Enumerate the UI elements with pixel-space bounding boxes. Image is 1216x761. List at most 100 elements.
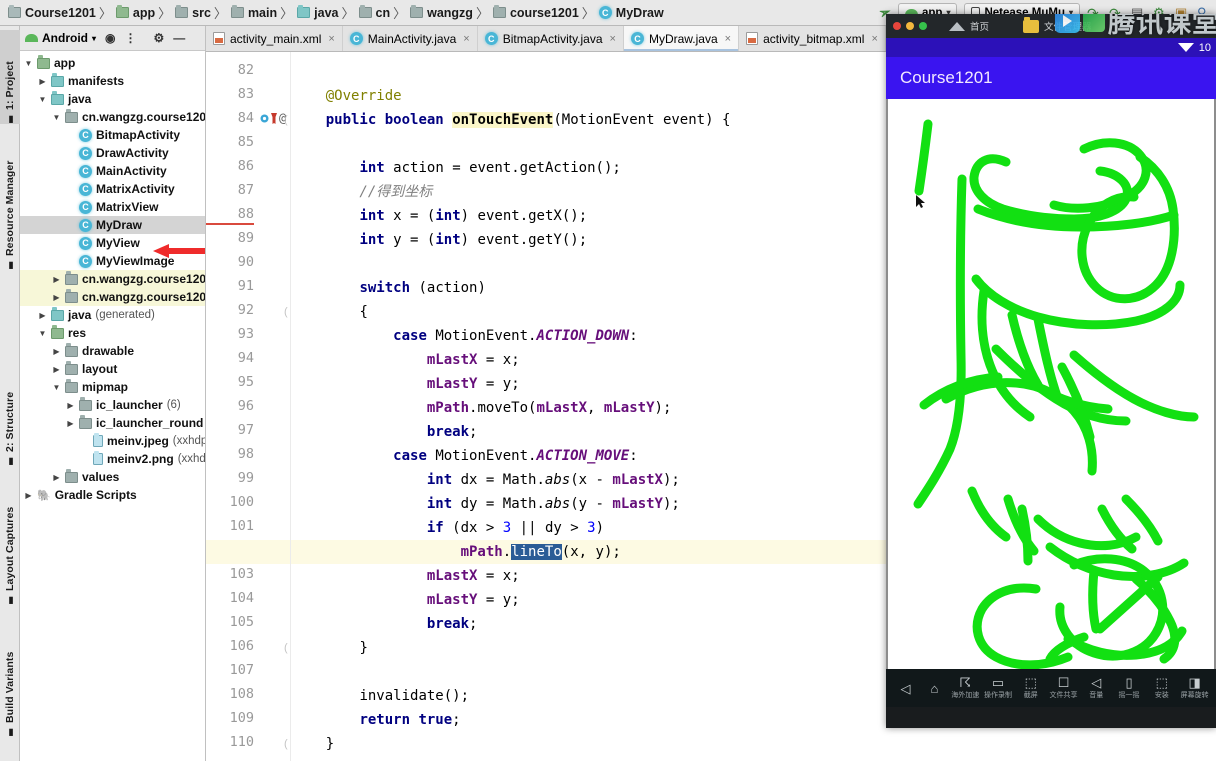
close-icon[interactable] [893,22,901,30]
code-fold-marker[interactable]: ( [284,306,288,318]
breadcrumb-item-app[interactable]: app [114,2,157,24]
tree-item-cn-wangzg-course120[interactable]: ▼ cn.wangzg.course120 [20,108,205,126]
nav-back-arrow[interactable]: ◁ [891,682,920,695]
code-fold-marker[interactable]: ( [284,114,288,126]
code-content[interactable]: @Override public boolean onTouchEvent(Mo… [292,52,886,761]
chevron-right-icon[interactable]: ▶ [38,311,47,320]
tool-strip-1-project[interactable]: ▮ 1: Project [0,30,20,124]
close-tab-icon[interactable]: × [610,33,616,45]
tree-item-gradle-scripts[interactable]: ▶ 🐘 Gradle Scripts [20,486,205,504]
tool-strip-resource-manager[interactable]: ▮ Resource Manager [0,134,20,270]
chevron-down-icon[interactable]: ▼ [52,113,61,122]
code-text: : [629,448,638,464]
tree-item-app[interactable]: ▼ app [20,54,205,72]
editor-tab-activity-main-xml[interactable]: activity_main.xml × [206,26,343,51]
tree-item-ic-launcher-round[interactable]: ▶ ic_launcher_round [20,414,205,432]
close-tab-icon[interactable]: × [871,33,877,45]
chevron-right-icon[interactable]: ▶ [52,347,61,356]
drawing-canvas[interactable] [886,99,1216,669]
tree-item-cn-wangzg-course120[interactable]: ▶ cn.wangzg.course120 [20,288,205,306]
nav-install-apk[interactable]: ⬚ 安装 [1145,676,1178,700]
tree-item-meinv2-png[interactable]: meinv2.png (xxhd [20,450,205,468]
chevron-down-icon[interactable]: ▼ [52,383,61,392]
tree-item-layout[interactable]: ▶ layout [20,360,205,378]
tree-item-java[interactable]: ▶ java (generated) [20,306,205,324]
chevron-down-icon[interactable]: ▼ [38,95,47,104]
collapse-all-icon[interactable]: ⋮ [125,31,137,45]
close-tab-icon[interactable]: × [725,33,731,45]
breadcrumb-item-main[interactable]: main [229,2,279,24]
tool-strip-2-favorites[interactable]: ▮2: Favorites [0,747,20,761]
emulator-home-tab[interactable]: 首页 [949,19,989,33]
tree-item-drawable[interactable]: ▶ drawable [20,342,205,360]
nav-accelerate[interactable]: ☈ 海外加速 [949,676,982,700]
target-icon[interactable]: ◉ [105,31,115,45]
nav-volume[interactable]: ◁ 音量 [1080,676,1113,700]
tree-item-drawactivity[interactable]: C DrawActivity [20,144,205,162]
tree-item-res[interactable]: ▼ res [20,324,205,342]
chevron-right-icon[interactable]: ▶ [66,401,75,410]
maximize-icon[interactable] [919,22,927,30]
chevron-right-icon[interactable]: ▶ [52,365,61,374]
nav-file-share[interactable]: ☐ 文件共享 [1047,676,1080,700]
tree-item-matrixactivity[interactable]: C MatrixActivity [20,180,205,198]
bookmark-pin-icon[interactable] [270,112,278,125]
breadcrumb-item-course1201[interactable]: Course1201 [6,2,98,24]
breadcrumb-item-wangzg[interactable]: wangzg [408,2,475,24]
override-method-icon[interactable] [260,114,269,123]
editor-gutter[interactable]: 82 83 84 @85 86 87 88 89 90 91 92 93 94 95 96 97 98 99 100… [206,52,316,761]
code-fold-marker[interactable]: ( [284,738,288,750]
tool-strip-2-structure[interactable]: ▮ 2: Structure [0,358,20,466]
tree-item-meinv-jpeg[interactable]: meinv.jpeg (xxhdp [20,432,205,450]
nav-home-button[interactable]: ⌂ [920,682,949,695]
editor-tab-activity-bitmap-xml[interactable]: activity_bitmap.xml × [739,26,886,51]
chevron-right-icon[interactable]: ▶ [38,77,47,86]
tree-item-values[interactable]: ▶ values [20,468,205,486]
breadcrumb-item-course1201[interactable]: course1201 [491,2,581,24]
minimize-icon[interactable] [906,22,914,30]
chevron-right-icon[interactable]: ▶ [52,275,61,284]
tree-item-ic-launcher[interactable]: ▶ ic_launcher (6) [20,396,205,414]
tool-strip-build-variants[interactable]: ▮ Build Variants [0,615,20,737]
editor-tab-mydraw-java[interactable]: C MyDraw.java × [623,26,740,51]
tree-item-bitmapactivity[interactable]: C BitmapActivity [20,126,205,144]
emulator-window[interactable]: 首页 文件管理器 腾讯课堂 10 Course1201 [886,14,1216,728]
close-tab-icon[interactable]: × [463,33,469,45]
settings-gear-icon[interactable]: ⚙ [154,31,165,45]
breadcrumb-item-cn[interactable]: cn [357,2,393,24]
chevron-right-icon[interactable]: ▶ [52,293,61,302]
breadcrumb-item-java[interactable]: java [295,2,340,24]
breadcrumb-item-mydraw[interactable]: C MyDraw [597,2,666,24]
tree-item-matrixview[interactable]: C MatrixView [20,198,205,216]
tree-item-mipmap[interactable]: ▼ mipmap [20,378,205,396]
editor-tab-mainactivity-java[interactable]: C MainActivity.java × [343,26,478,51]
chevron-down-icon[interactable]: ▼ [38,329,47,338]
project-view-selector[interactable]: Android ▾ [25,31,96,45]
tree-item-cn-wangzg-course120[interactable]: ▶ cn.wangzg.course120 [20,270,205,288]
chevron-right-icon[interactable]: ▶ [24,491,33,500]
nav-shake[interactable]: ▯ 摇一摇 [1113,676,1146,700]
tree-item-manifests[interactable]: ▶ manifests [20,72,205,90]
window-controls[interactable] [893,22,927,30]
breadcrumb-item-src[interactable]: src [173,2,213,24]
nav-record[interactable]: ▭ 操作录制 [982,676,1015,700]
hide-panel-icon[interactable]: — [173,31,185,45]
code-editor[interactable]: 82 83 84 @85 86 87 88 89 90 91 92 93 94 95 96 97 98 99 100… [206,52,886,761]
tool-strip-layout-captures[interactable]: ▮ Layout Captures [0,476,20,605]
chevron-right-icon[interactable]: ▶ [66,419,75,428]
chevron-down-icon[interactable]: ▼ [24,59,33,68]
folder-icon [51,307,64,321]
tree-item-java[interactable]: ▼ java [20,90,205,108]
code-fold-marker[interactable]: ( [284,642,288,654]
screen-root: Course1201 〉 app 〉 src 〉 main 〉 java 〉 cn 〉 wangzg 〉 c… [0,0,1216,761]
nav-rotate-screen[interactable]: ◨ 屏幕旋转 [1178,676,1211,700]
tree-item-mainactivity[interactable]: C MainActivity [20,162,205,180]
close-tab-icon[interactable]: × [328,33,334,45]
tree-item-mydraw[interactable]: C MyDraw [20,216,205,234]
chevron-right-icon[interactable]: ▶ [52,473,61,482]
code-keyword: int [435,208,461,224]
nav-screenshot[interactable]: ⬚ 截屏 [1014,676,1047,700]
editor-tab-bitmapactivity-java[interactable]: C BitmapActivity.java × [478,26,624,51]
